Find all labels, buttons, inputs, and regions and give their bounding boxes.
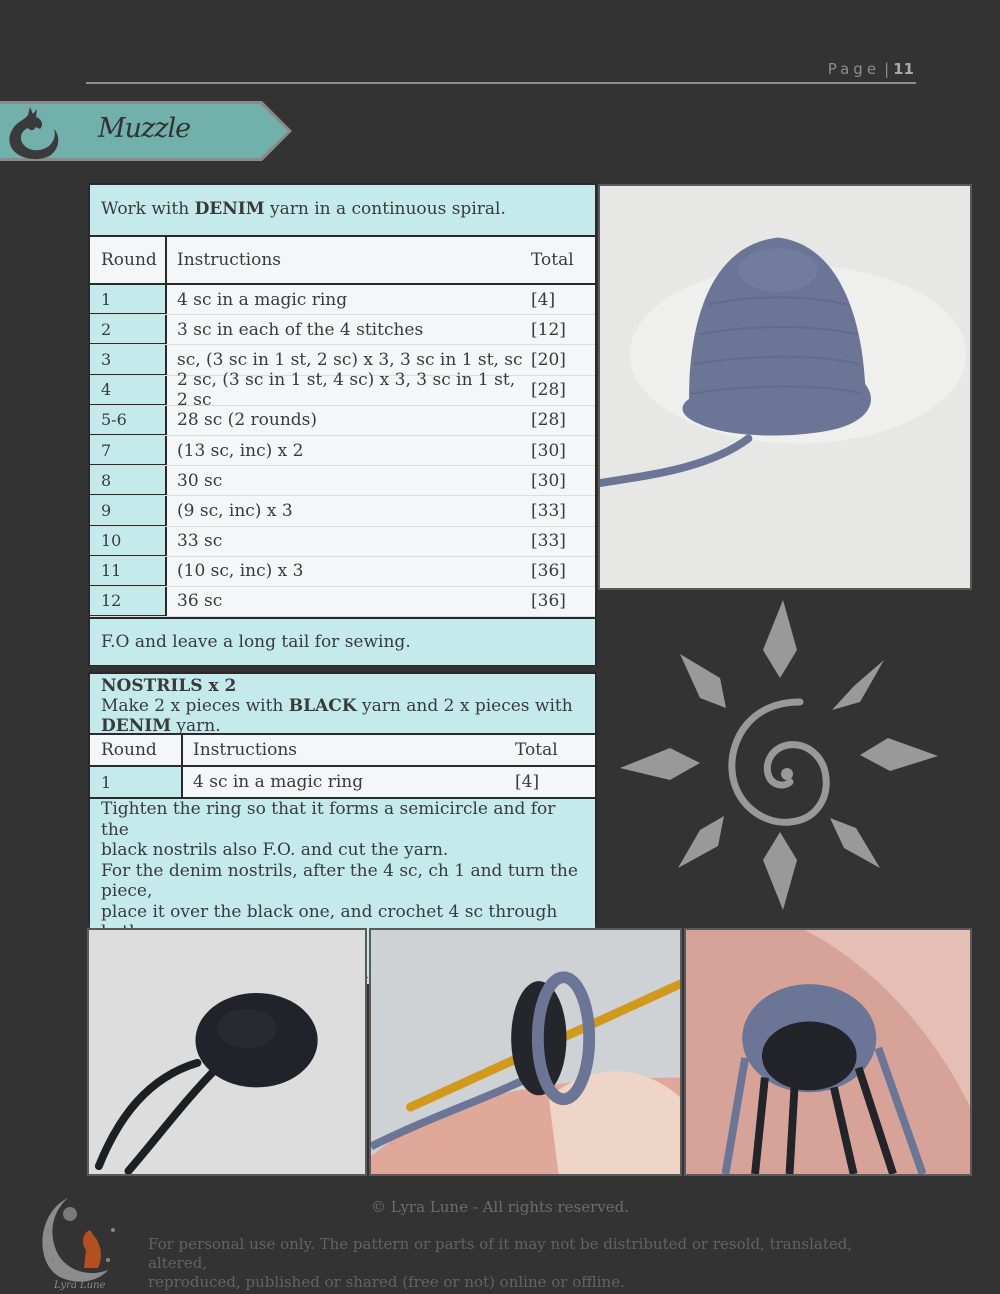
round-cell: 5-6: [90, 405, 167, 435]
table-row: 12 36 sc [36]: [90, 586, 595, 618]
yarn-color-name: DENIM: [101, 716, 172, 736]
round-cell: 2: [90, 315, 167, 345]
note-line: Tighten the ring so that it forms a semi…: [101, 799, 556, 840]
intro-text: yarn in a continuous spiral.: [264, 199, 506, 219]
instructions-cell: (13 sc, inc) x 2: [177, 440, 304, 461]
round-cell: 10: [90, 526, 167, 556]
total-cell: [36]: [531, 561, 566, 582]
total-cell: [30]: [531, 470, 566, 491]
total-cell: [36]: [531, 591, 566, 612]
total-cell: [33]: [531, 500, 566, 521]
table-row: 7 (13 sc, inc) x 2 [30]: [90, 435, 595, 467]
column-header-total: Total: [531, 250, 574, 270]
table-row: 4 2 sc, (3 sc in 1 st, 4 sc) x 3, 3 sc in…: [90, 370, 595, 411]
instructions-cell: 4 sc in a magic ring: [193, 772, 364, 792]
usage-disclaimer: For personal use only. The pattern or pa…: [148, 1235, 908, 1292]
photo-black-nostril: [87, 928, 367, 1176]
page-label: Page: [827, 60, 881, 78]
total-cell: [28]: [531, 410, 566, 431]
page-number: Page | 11: [827, 60, 914, 78]
note-line: black nostrils also F.O. and cut the yar…: [101, 840, 449, 860]
photo-finished-nostril: [684, 928, 972, 1176]
intro-text: yarn.: [171, 716, 221, 736]
intro-text: yarn and 2 x pieces with: [356, 696, 573, 716]
instructions-cell: 4 sc in a magic ring: [177, 289, 348, 310]
yarn-color-name: BLACK: [288, 696, 357, 716]
round-cell: 1: [90, 285, 167, 315]
sun-spiral-icon: [600, 590, 970, 920]
table-row: 9 (9 sc, inc) x 3 [33]: [90, 496, 595, 527]
table-row: 11 (10 sc, inc) x 3 [36]: [90, 556, 595, 587]
column-header-instructions: Instructions: [193, 740, 297, 760]
nostrils-pattern-table: NOSTRILS x 2 Make 2 x pieces with BLACK …: [88, 672, 597, 984]
page-footer: Lyra Lune © Lyra Lune - All rights reser…: [0, 1185, 1000, 1294]
header-divider: [86, 82, 916, 84]
column-header-total: Total: [515, 740, 558, 760]
instructions-cell: 36 sc: [177, 591, 223, 612]
total-cell: [20]: [531, 349, 566, 370]
round-cell: 4: [90, 375, 167, 405]
round-cell: 3: [90, 345, 167, 375]
total-cell: [28]: [531, 380, 566, 401]
total-cell: [4]: [531, 289, 556, 310]
table-row: 2 3 sc in each of the 4 stitches [12]: [90, 315, 595, 346]
instructions-cell: 30 sc: [177, 470, 223, 491]
table-intro: NOSTRILS x 2 Make 2 x pieces with BLACK …: [90, 674, 595, 736]
table-row: 1 4 sc in a magic ring [4]: [90, 285, 595, 316]
total-cell: [12]: [531, 319, 566, 340]
round-cell: 9: [90, 496, 167, 526]
total-cell: [33]: [531, 531, 566, 552]
table-intro: Work with DENIM yarn in a continuous spi…: [90, 185, 595, 237]
instructions-cell: 28 sc (2 rounds): [177, 410, 318, 431]
table-row: 10 33 sc [33]: [90, 526, 595, 557]
column-header-round: Round: [90, 237, 167, 283]
table-footer-note: F.O and leave a long tail for sewing.: [90, 617, 595, 666]
intro-text: Work with: [101, 199, 195, 219]
total-cell: [30]: [531, 440, 566, 461]
instructions-cell: (10 sc, inc) x 3: [177, 561, 304, 582]
instructions-cell: 2 sc, (3 sc in 1 st, 4 sc) x 3, 3 sc in …: [177, 370, 516, 411]
page-header: Page | 11: [86, 58, 916, 84]
column-header-round: Round: [90, 735, 183, 765]
section-title: Muzzle: [98, 113, 191, 144]
muzzle-pattern-table: Work with DENIM yarn in a continuous spi…: [88, 183, 597, 666]
table-header: Round Instructions Total: [90, 237, 595, 285]
disclaimer-line: reproduced, published or shared (free or…: [148, 1273, 625, 1291]
round-cell: 1: [90, 767, 183, 797]
table-row: 5-6 28 sc (2 rounds) [28]: [90, 405, 595, 436]
intro-text: Make 2 x pieces with: [101, 696, 289, 716]
copyright-notice: © Lyra Lune - All rights reserved.: [370, 1198, 630, 1216]
instructions-cell: 3 sc in each of the 4 stitches: [177, 319, 424, 340]
round-cell: 7: [90, 435, 167, 466]
table-row: 1 4 sc in a magic ring [4]: [90, 767, 595, 799]
note-line: For the denim nostrils, after the 4 sc, …: [101, 860, 578, 902]
table-header: Round Instructions Total: [90, 735, 595, 767]
instructions-cell: 33 sc: [177, 531, 223, 552]
yarn-color-name: DENIM: [194, 199, 265, 219]
photo-crochet-hook-denim-over-black: [369, 928, 682, 1176]
disclaimer-line: For personal use only. The pattern or pa…: [148, 1235, 853, 1272]
column-header-instructions: Instructions: [177, 250, 281, 270]
round-cell: 11: [90, 556, 167, 586]
page-number-value: 11: [893, 60, 914, 78]
round-cell: 8: [90, 466, 167, 496]
total-cell: [4]: [515, 772, 540, 792]
instructions-cell: (9 sc, inc) x 3: [177, 500, 293, 521]
section-banner: Muzzle: [0, 101, 294, 161]
logo-text: Lyra Lune: [53, 1280, 106, 1290]
nostrils-title: NOSTRILS x 2: [101, 676, 237, 696]
photo-crocheted-denim-muzzle: [598, 184, 972, 590]
table-body: 1 4 sc in a magic ring [4] 2 3 sc in each of…: [90, 285, 595, 618]
round-cell: 12: [90, 586, 167, 617]
table-row: 8 30 sc [30]: [90, 466, 595, 497]
